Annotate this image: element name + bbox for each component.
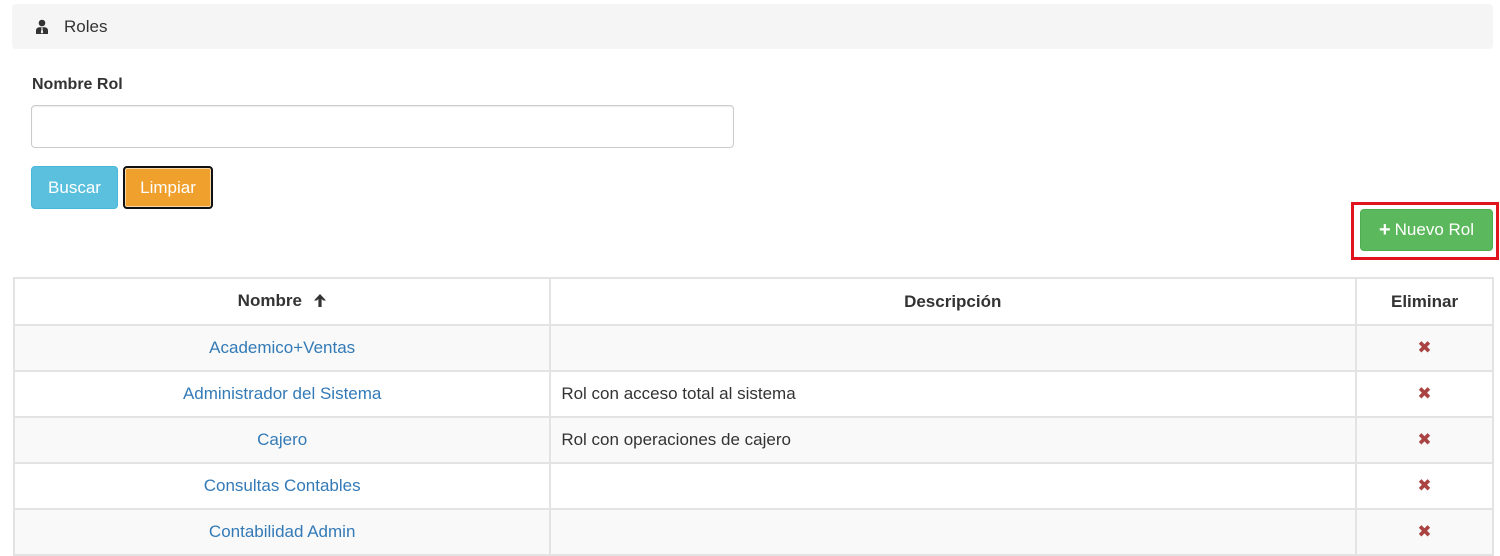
role-name-input[interactable]	[31, 105, 734, 148]
delete-icon[interactable]: ✖	[1417, 384, 1431, 403]
role-description	[549, 508, 1358, 556]
search-button[interactable]: Buscar	[31, 166, 118, 209]
page-title: Roles	[64, 16, 108, 36]
role-description: Rol con operaciones de cajero	[549, 416, 1358, 464]
role-description	[549, 324, 1358, 372]
table-row: Academico+Ventas ✖	[12, 324, 1494, 372]
role-name-link[interactable]: Academico+Ventas	[209, 338, 355, 357]
role-name-link[interactable]: Consultas Contables	[204, 476, 361, 495]
role-name-link[interactable]: Contabilidad Admin	[209, 522, 355, 541]
table-row: Administrador del Sistema Rol con acceso…	[12, 370, 1494, 418]
delete-icon[interactable]: ✖	[1417, 522, 1431, 541]
new-role-button[interactable]: + Nuevo Rol	[1360, 209, 1493, 251]
table-header-row: Nombre Descripción Eliminar	[12, 277, 1494, 326]
role-name-link[interactable]: Cajero	[257, 430, 307, 449]
delete-icon[interactable]: ✖	[1417, 338, 1431, 357]
role-description: Rol con acceso total al sistema	[549, 370, 1358, 418]
delete-icon[interactable]: ✖	[1417, 476, 1431, 495]
column-header-description: Descripción	[549, 277, 1358, 326]
role-description	[549, 462, 1358, 510]
breadcrumb: Roles	[12, 4, 1493, 49]
table-row: Consultas Contables ✖	[12, 462, 1494, 510]
role-name-label: Nombre Rol	[32, 76, 123, 93]
column-header-name[interactable]: Nombre	[12, 277, 552, 326]
role-name-link[interactable]: Administrador del Sistema	[183, 384, 381, 403]
new-role-label: Nuevo Rol	[1394, 220, 1475, 239]
table-row: Cajero Rol con operaciones de cajero ✖	[12, 416, 1494, 464]
delete-icon[interactable]: ✖	[1417, 430, 1431, 449]
table-row: Contabilidad Admin ✖	[12, 508, 1494, 556]
arrow-up-icon	[313, 293, 327, 313]
user-tie-icon	[34, 19, 50, 35]
column-header-delete: Eliminar	[1355, 277, 1494, 326]
roles-table: Nombre Descripción Eliminar Academico+Ve…	[12, 277, 1494, 556]
plus-icon: +	[1378, 219, 1391, 241]
clear-button[interactable]: Limpiar	[123, 166, 213, 209]
